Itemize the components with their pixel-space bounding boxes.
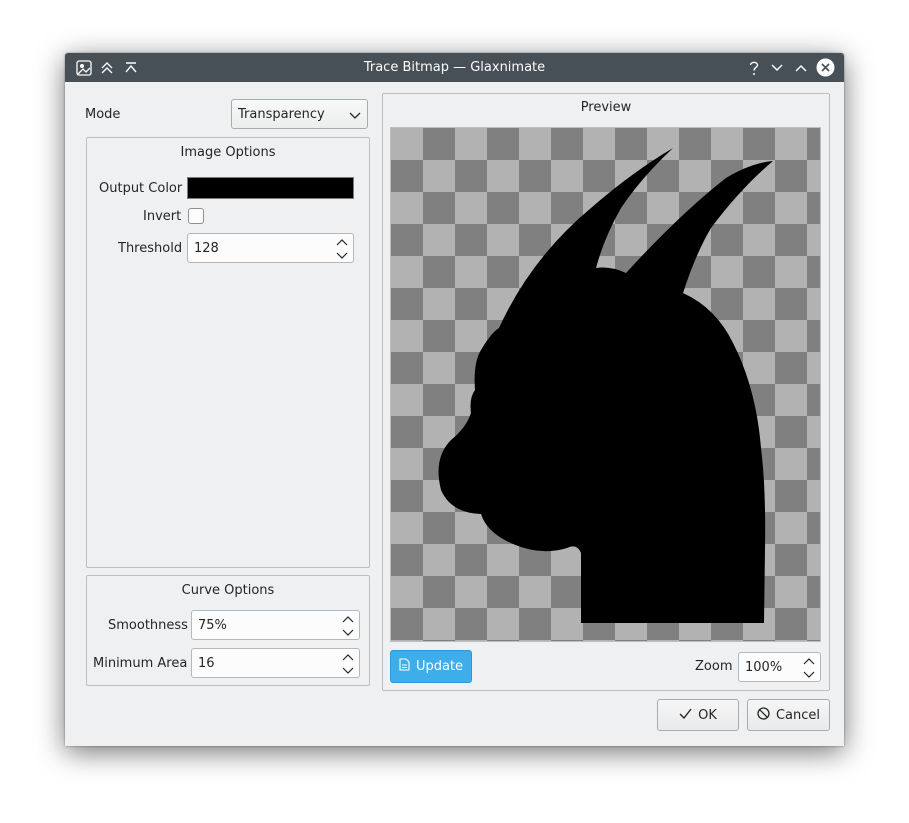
smoothness-label: Smoothness <box>108 618 188 633</box>
update-label: Update <box>415 659 464 674</box>
output-color-label: Output Color <box>99 181 183 196</box>
chevron-down-icon <box>349 109 361 124</box>
spin-arrows-icon[interactable] <box>342 653 354 675</box>
preview-canvas[interactable] <box>390 127 821 642</box>
image-options-group: Image Options Output Color Invert Thresh… <box>86 137 370 568</box>
mode-combobox[interactable]: Transparency <box>231 99 368 129</box>
curve-options-title: Curve Options <box>181 583 275 598</box>
minimum-area-value: 16 <box>198 656 215 671</box>
threshold-spinbox[interactable]: 128 <box>187 233 354 263</box>
cancel-label: Cancel <box>775 707 821 723</box>
minimize-icon[interactable] <box>768 59 785 76</box>
checkmark-icon <box>679 708 692 723</box>
curve-options-group: Curve Options Smoothness 75% Minimum Are… <box>86 575 370 686</box>
zoom-spinbox[interactable]: 100% <box>738 652 821 682</box>
traced-silhouette <box>438 148 773 623</box>
minimum-area-spinbox[interactable]: 16 <box>191 648 360 678</box>
close-icon[interactable] <box>816 58 835 77</box>
document-icon <box>399 658 410 675</box>
threshold-value: 128 <box>194 241 219 256</box>
output-color-button[interactable] <box>187 177 354 199</box>
spin-arrows-icon[interactable] <box>336 238 348 260</box>
invert-checkbox[interactable] <box>188 208 204 224</box>
image-options-title: Image Options <box>180 145 276 160</box>
ok-button[interactable]: OK <box>657 699 739 731</box>
spin-arrows-icon[interactable] <box>803 657 815 679</box>
threshold-label: Threshold <box>118 241 183 256</box>
title-bar[interactable]: Trace Bitmap — Glaxnimate <box>65 53 844 82</box>
trace-bitmap-dialog: Trace Bitmap — Glaxnimate Mode Transpare… <box>65 53 844 746</box>
zoom-value: 100% <box>745 660 783 675</box>
cancel-icon <box>757 706 770 724</box>
window-title: Trace Bitmap — Glaxnimate <box>363 60 546 75</box>
mode-value: Transparency <box>238 107 325 122</box>
minimum-area-label: Minimum Area <box>93 656 188 671</box>
update-button[interactable]: Update <box>390 650 472 683</box>
preview-title: Preview <box>580 100 632 115</box>
cancel-button[interactable]: Cancel <box>747 699 830 731</box>
spin-arrows-icon[interactable] <box>342 615 354 637</box>
invert-label: Invert <box>143 209 182 224</box>
help-icon[interactable] <box>745 59 762 76</box>
zoom-label: Zoom <box>695 659 733 674</box>
ok-label: OK <box>698 707 717 723</box>
mode-label: Mode <box>85 107 121 122</box>
smoothness-spinbox[interactable]: 75% <box>191 610 360 640</box>
maximize-icon[interactable] <box>792 59 809 76</box>
smoothness-value: 75% <box>198 618 227 633</box>
